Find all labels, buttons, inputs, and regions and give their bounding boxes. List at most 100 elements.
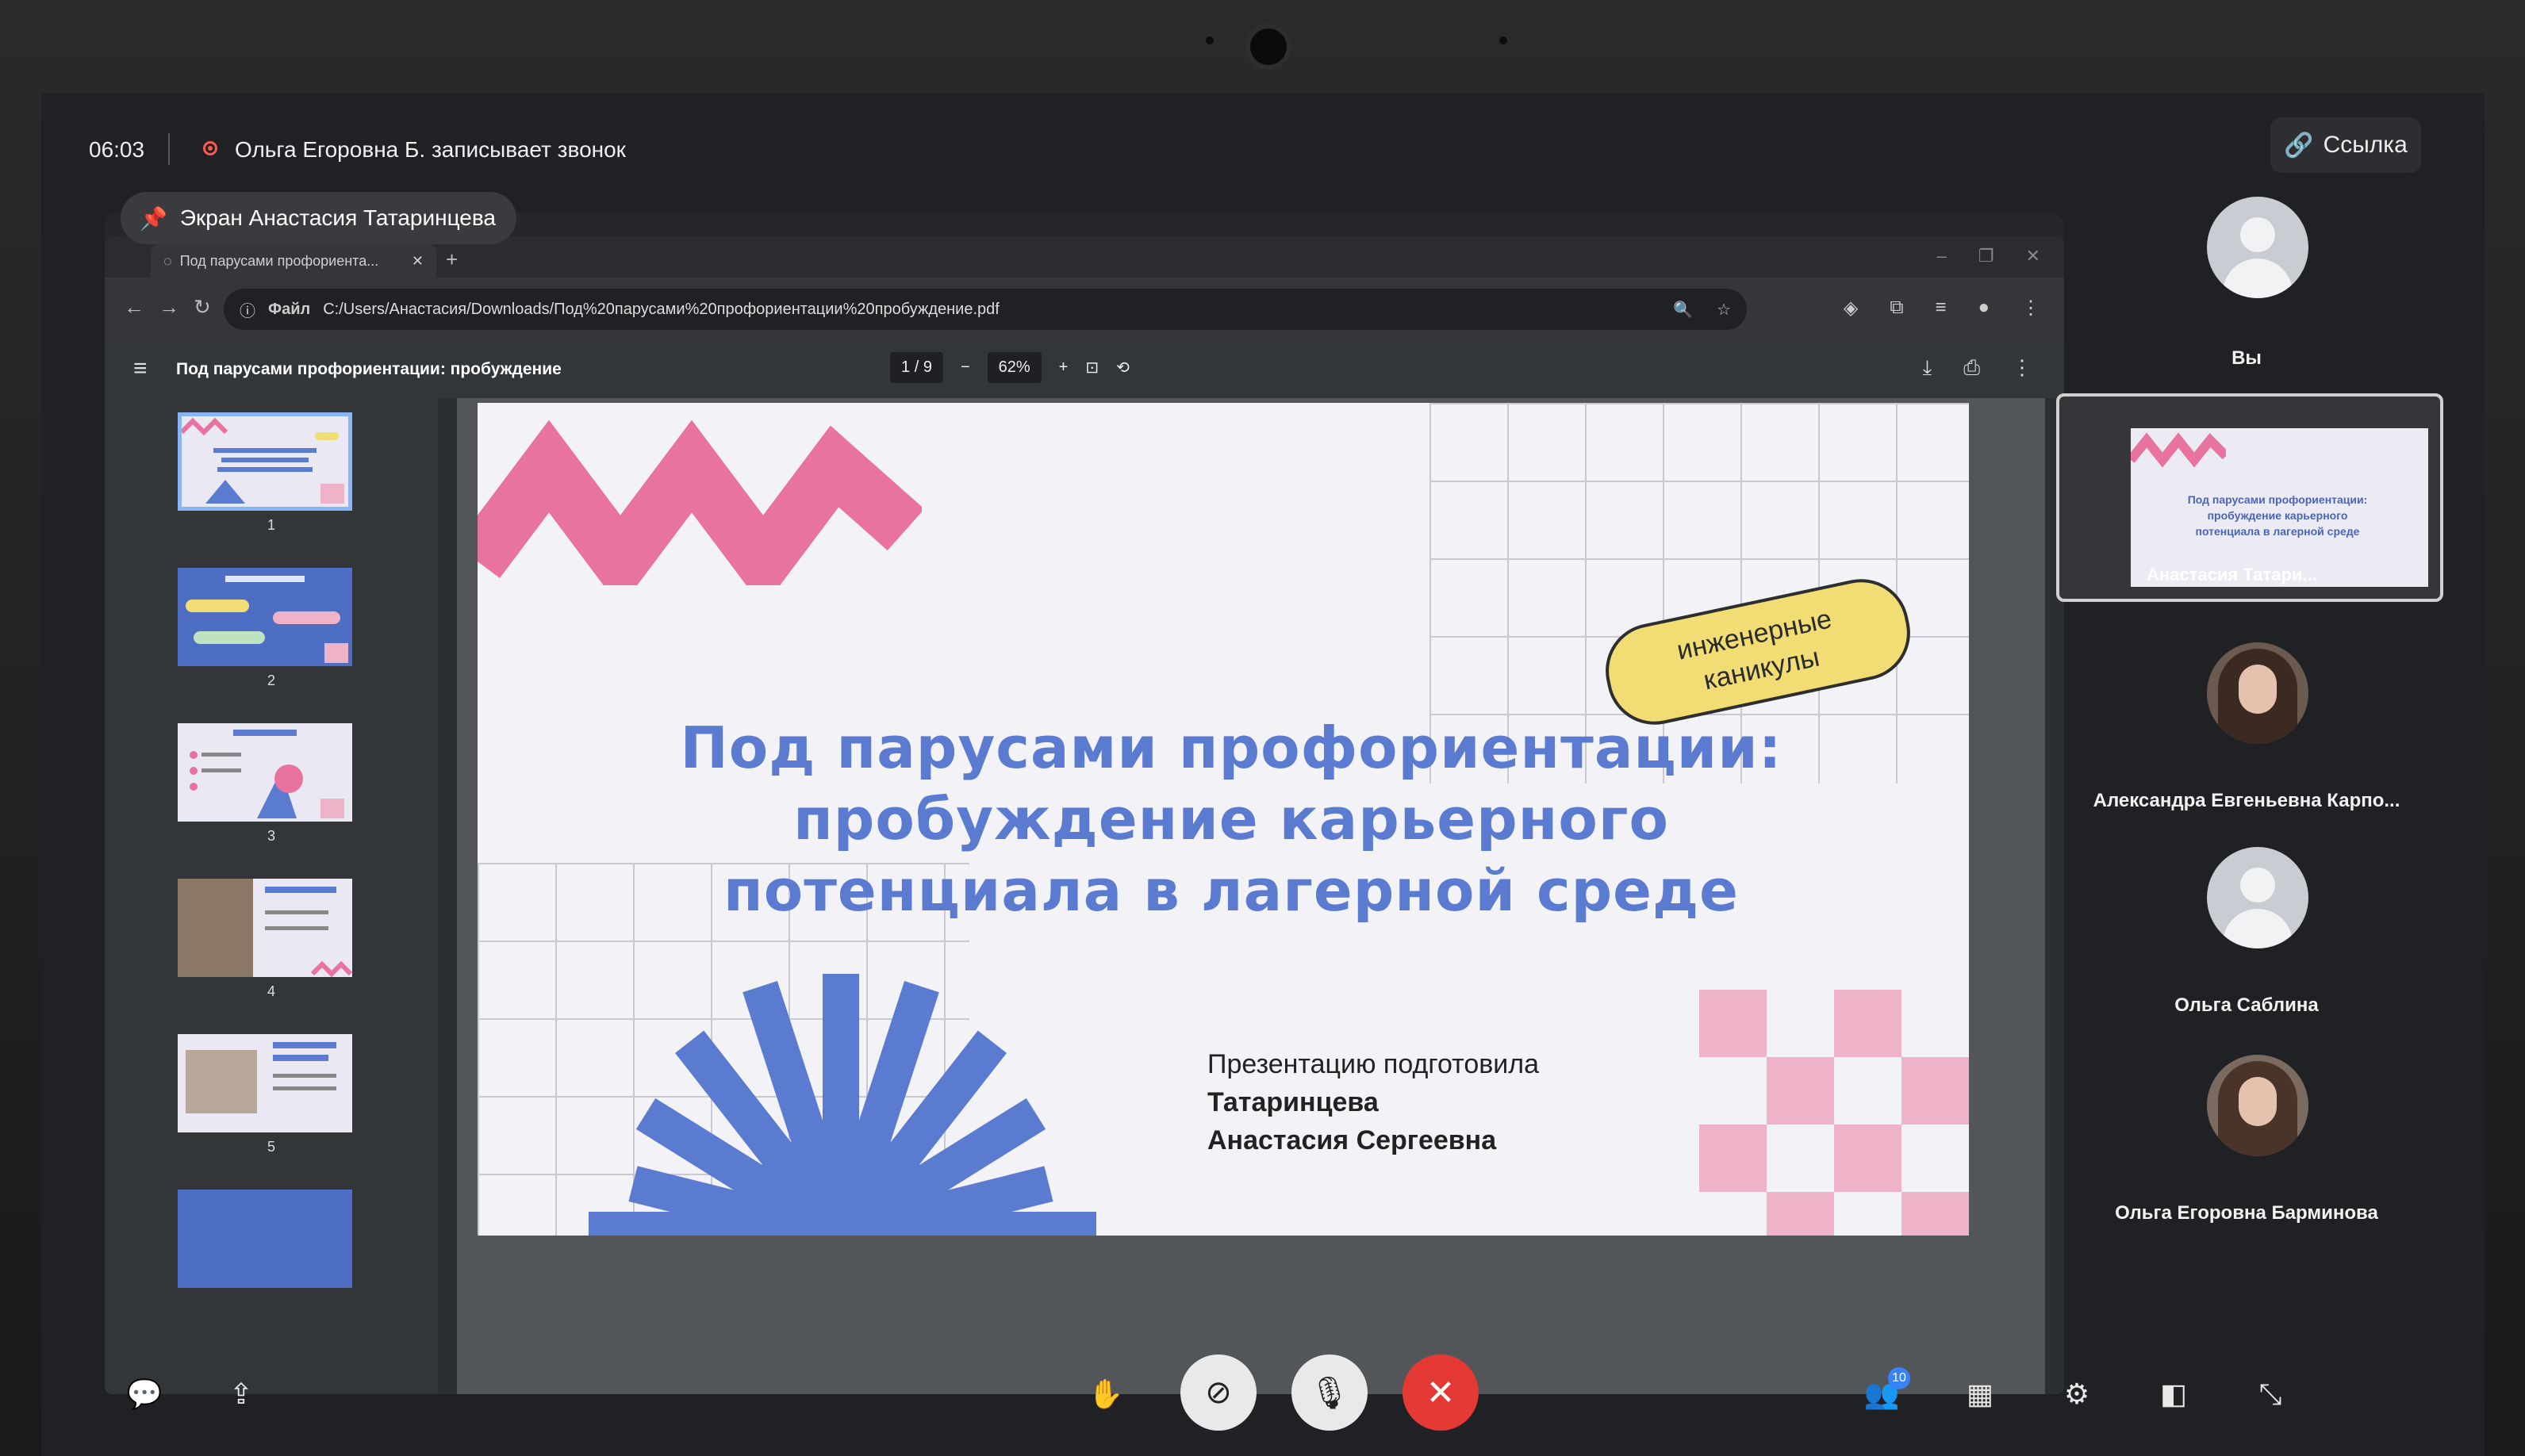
slide-title-line: пробуждение карьерного [793, 786, 1669, 853]
thumbnail-scrollbar[interactable] [438, 398, 457, 1394]
collapse-icon[interactable]: ⤡ [2247, 1370, 2294, 1418]
thumbnail-page[interactable] [178, 1034, 352, 1132]
thumbnail-page[interactable] [178, 879, 353, 978]
toolbar-icons: ◈ ⧉ ≡ ● ⋮ [1844, 297, 2040, 320]
pdf-page-controls: 1 / 9 − 62% + ⊡ ⟲ [890, 352, 1130, 383]
back-icon[interactable]: ← [124, 295, 144, 320]
bookmark-star-icon[interactable]: ☆ [1717, 300, 1731, 320]
page-input[interactable]: 1 / 9 [890, 352, 943, 383]
thumbnail-number: 2 [267, 672, 275, 688]
pip-icon[interactable]: ◧ [2150, 1370, 2197, 1418]
raise-hand-icon[interactable]: ✋ [1082, 1370, 1130, 1418]
chat-icon[interactable]: 💬 [121, 1370, 168, 1418]
window-controls: – ❐ ✕ [1937, 246, 2040, 266]
share-screen-icon[interactable]: ⇪ [217, 1370, 265, 1418]
thumbnail-preview [186, 1042, 336, 1113]
new-tab-icon[interactable]: + [446, 247, 458, 272]
participants-button[interactable]: 👥 10 [1858, 1367, 1910, 1418]
address-bar: ← → ↻ ⓘ Файл C:/Users/Анастасия/Download… [105, 278, 2064, 341]
close-window-icon[interactable]: ✕ [2026, 246, 2040, 266]
checker-decoration [1699, 990, 1969, 1236]
avatar-photo [2207, 642, 2308, 744]
pin-icon: 📌 [140, 205, 167, 231]
avatar-placeholder [2207, 197, 2308, 298]
reading-list-icon[interactable]: ≡ [1935, 297, 1946, 320]
maximize-icon[interactable]: ❐ [1978, 246, 1994, 266]
copy-link-button[interactable]: 🔗 Ссылка [2270, 117, 2421, 173]
thumbnail-page[interactable] [178, 568, 352, 666]
browser-menu-icon[interactable]: ⋮ [2021, 297, 2040, 320]
mic-off-button[interactable]: 🎙 [1291, 1354, 1368, 1431]
zoom-out-icon[interactable]: − [961, 358, 970, 377]
url-text: C:/Users/Анастасия/Downloads/Под%20парус… [323, 300, 1000, 318]
copy-link-label: Ссылка [2323, 132, 2408, 158]
mini-slide-title-line: Под парусами профориентации: [2187, 493, 2368, 506]
sunburst-decoration [589, 974, 1096, 1236]
zoom-search-icon[interactable]: 🔍 [1673, 300, 1693, 320]
zoom-level[interactable]: 62% [987, 352, 1042, 383]
extensions-puzzle-icon[interactable]: ⧉ [1890, 297, 1903, 320]
rotate-icon[interactable]: ⟲ [1116, 358, 1130, 377]
thumbnail-page[interactable] [178, 723, 352, 822]
camera-off-button[interactable]: ⊘ [1180, 1354, 1257, 1431]
forward-icon[interactable]: → [159, 295, 179, 320]
end-call-button[interactable]: ✕ [1403, 1354, 1479, 1431]
grid-view-icon[interactable]: ▦ [1956, 1370, 2004, 1418]
tab-title: Под парусами профориента... [179, 252, 379, 269]
zoom-in-icon[interactable]: + [1059, 358, 1069, 377]
url-field[interactable]: ⓘ Файл C:/Users/Анастасия/Downloads/Под%… [224, 289, 1747, 330]
thumbnail-number: 5 [267, 1139, 275, 1155]
browser-window: ◌ Под парусами профориента... ✕ + – ❐ ✕ … [105, 236, 2064, 1394]
screen: 06:03 Ольга Егоровна Б. записывает звоно… [41, 94, 2485, 1456]
print-icon[interactable]: ⎙ [1963, 355, 1980, 381]
link-icon: 🔗 [2284, 132, 2314, 159]
tab-close-icon[interactable]: ✕ [412, 253, 424, 270]
mini-slide-title: Под парусами профориентации: пробуждение… [2147, 492, 2408, 539]
url-scheme-label: Файл [268, 300, 311, 318]
fit-page-icon[interactable]: ⊡ [1085, 358, 1099, 377]
participants-count-badge: 10 [1888, 1367, 1910, 1389]
author-intro: Презентацию подготовила [1207, 1049, 1540, 1079]
participants-panel: Вы Александра Евгеньевна Карпо... Ольга … [2056, 173, 2453, 1410]
screen-share-label[interactable]: 📌 Экран Анастасия Татаринцева [121, 192, 516, 244]
thumbnail-page[interactable] [178, 1190, 352, 1288]
mini-slide-title-line: пробуждение карьерного [2207, 509, 2348, 522]
sensor-dot [1499, 36, 1507, 44]
participant-name: Вы [2231, 347, 2262, 369]
thumbnail-preview [179, 417, 344, 504]
sidebar-menu-icon[interactable]: ≡ [133, 355, 148, 382]
pdf-page: инженерные каникулы Под парусами профори… [478, 403, 1969, 1236]
browser-tab[interactable]: ◌ Под парусами профориента... ✕ [151, 244, 436, 278]
author-name: Анастасия Сергеевна [1207, 1125, 1497, 1155]
sensor-dot [1206, 36, 1214, 44]
thumbnail-preview [186, 576, 348, 663]
avatar-placeholder [2207, 847, 2308, 948]
page-separator: / [914, 358, 919, 376]
mini-zigzag [2127, 432, 2230, 468]
shared-screen: 📌 Экран Анастасия Татаринцева ◌ Под пару… [105, 192, 2064, 1394]
participant-name: Ольга Егоровна Барминова [2115, 1202, 2378, 1224]
recording-icon [203, 141, 217, 155]
thumbnail-page[interactable] [178, 412, 352, 511]
divider [168, 133, 170, 165]
pdf-title: Под парусами профориентации: пробуждение [176, 360, 562, 378]
info-icon: ⓘ [240, 302, 255, 320]
participant-name: Ольга Саблина [2174, 994, 2319, 1016]
profile-icon[interactable]: ● [1978, 297, 1990, 320]
more-options-icon[interactable]: ⋮ [2012, 355, 2032, 381]
extension-icon[interactable]: ◈ [1844, 297, 1858, 320]
minimize-icon[interactable]: – [1937, 246, 1947, 266]
mini-slide-title-line: потенциала в лагерной среде [2195, 525, 2360, 538]
screen-share-owner: Экран Анастасия Татаринцева [179, 205, 496, 230]
mic-off-icon: 🎙 [1309, 1375, 1350, 1411]
thumbnail-number: 3 [267, 828, 275, 844]
thumbnail-number: 4 [267, 983, 275, 999]
participant-screen-tile[interactable]: Под парусами профориентации: пробуждение… [2056, 393, 2443, 602]
thumbnail-sidebar: 1 2 3 4 5 [105, 398, 438, 1394]
reload-icon[interactable]: ↻ [194, 295, 211, 320]
page-total: 9 [923, 358, 932, 376]
download-icon[interactable]: ⤓ [1923, 355, 1932, 381]
thumbnail-number: 1 [267, 517, 275, 533]
tab-favicon-icon: ◌ [163, 252, 172, 269]
settings-icon[interactable]: ⚙ [2053, 1370, 2101, 1418]
